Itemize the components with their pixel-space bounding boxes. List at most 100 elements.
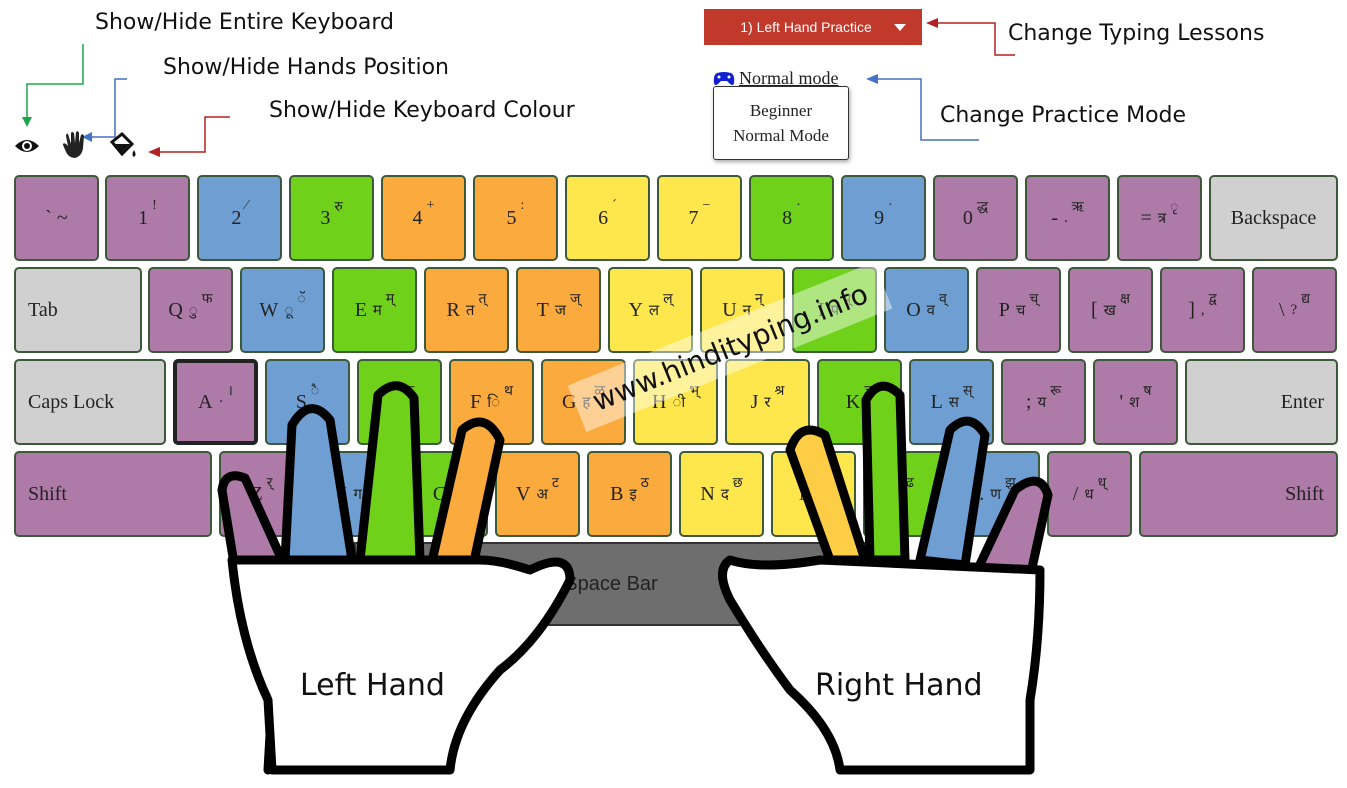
key-e[interactable]: E म म् [332, 267, 417, 353]
key-shift-char: : [520, 198, 525, 213]
key-a[interactable]: A · । [173, 359, 258, 445]
key-v[interactable]: Vअट [495, 451, 580, 537]
key-label: V [516, 482, 531, 505]
key-label: , [897, 482, 903, 505]
key-label: . [979, 482, 985, 505]
key-shift-char: । [227, 383, 233, 399]
key-hindi-char: ण [990, 487, 1002, 503]
key-shift-char: ⁄ [245, 198, 248, 213]
key-shift-char: ऋ [1071, 199, 1084, 215]
key-sym3-9[interactable]: . णझ [955, 451, 1040, 537]
key-space-bar[interactable]: Space Bar [354, 542, 868, 626]
key-c[interactable]: Cब [403, 451, 488, 537]
key-sym0-11[interactable]: -.ऋ [1025, 175, 1110, 261]
mode-option-beginner[interactable]: Beginner [750, 98, 812, 123]
key-n[interactable]: Nदछ [679, 451, 764, 537]
key-sym0-12[interactable]: = त्रृ [1117, 175, 1202, 261]
key-2[interactable]: 2 ⁄ [197, 175, 282, 261]
key-d[interactable]: Dक [357, 359, 442, 445]
key-shift-char: द्य [1301, 291, 1311, 307]
hand-icon[interactable] [60, 130, 90, 160]
key-6[interactable]: 6 ´ [565, 175, 650, 261]
key-sym1-12[interactable]: ], द्व [1160, 267, 1245, 353]
key-shift-char: · [888, 198, 893, 213]
key-shift-char: ढ [906, 475, 914, 491]
key-shift-char: ल् [663, 291, 673, 307]
key-k[interactable]: K ज्ञ [817, 359, 902, 445]
key-hindi-char: · [218, 393, 224, 410]
key-shift-char: श्र [774, 383, 785, 399]
key-shift-char: द्ध [976, 199, 989, 215]
key-s[interactable]: Sै [265, 359, 350, 445]
key-capslock[interactable]: Caps Lock [14, 359, 166, 445]
key-label: T [536, 298, 549, 321]
lesson-select-dropdown[interactable]: 1) Left Hand Practice [704, 9, 922, 45]
key-hindi-char: ग [353, 487, 362, 503]
key-hindi-char: ध [1084, 487, 1094, 503]
key-hindi-char: अ [536, 487, 548, 503]
key-label: C [432, 482, 447, 505]
key-3[interactable]: 3 रु [289, 175, 374, 261]
key-shift-char: र् [266, 475, 273, 491]
key-shift-char: च् [1029, 291, 1039, 307]
key-b[interactable]: Bइठ [587, 451, 672, 537]
key-f[interactable]: Fि थ [449, 359, 534, 445]
key-hindi-char: ज [554, 303, 566, 319]
key-8[interactable]: 8 · [749, 175, 834, 261]
key-1[interactable]: 1! [105, 175, 190, 261]
key-sym0-0[interactable]: ` ~ [14, 175, 99, 261]
key-q[interactable]: Qु फ [148, 267, 233, 353]
key-r[interactable]: R त त् [424, 267, 509, 353]
key-label: Shift [28, 482, 67, 505]
key-p[interactable]: P च च् [976, 267, 1061, 353]
key-sym3-10[interactable]: / ध ध् [1047, 451, 1132, 537]
key-enter[interactable]: Enter [1185, 359, 1338, 445]
key-sym2-10[interactable]: ; य रू [1001, 359, 1086, 445]
mode-option-normal[interactable]: Normal Mode [733, 123, 829, 148]
key-sym2-11[interactable]: ' श ष [1093, 359, 1178, 445]
key-0[interactable]: 0 द्ध [933, 175, 1018, 261]
key-o[interactable]: O व व् [884, 267, 969, 353]
key-label: 4 [412, 206, 423, 229]
key-backspace[interactable]: Backspace [1209, 175, 1338, 261]
key-x[interactable]: X ग ग् [311, 451, 396, 537]
key-sym1-11[interactable]: [ख क्ष [1068, 267, 1153, 353]
key-tab[interactable]: Tab [14, 267, 142, 353]
key-label: J [750, 390, 759, 413]
key-4[interactable]: 4 + [381, 175, 466, 261]
key-label: R [446, 298, 460, 321]
eye-icon[interactable] [12, 131, 42, 161]
key-shift[interactable]: Shift [14, 451, 212, 537]
key-m[interactable]: Mड [771, 451, 856, 537]
key-sym3-8[interactable]: ,ढ [863, 451, 948, 537]
key-shift-char: न् [755, 291, 763, 307]
practice-mode-menu: Beginner Normal Mode [713, 86, 849, 160]
key-9[interactable]: 9 · [841, 175, 926, 261]
key-hindi-char: च [1015, 303, 1026, 319]
key-shift-char: ! [152, 198, 157, 213]
paint-bucket-icon[interactable] [108, 131, 138, 161]
arrow-keyboard [26, 44, 84, 118]
key-label: F [470, 390, 482, 413]
key-shift-right[interactable]: Shift [1139, 451, 1338, 537]
key-l[interactable]: L स स् [909, 359, 994, 445]
key-label: ` ~ [45, 206, 68, 229]
caret-down-icon [893, 23, 906, 31]
key-z[interactable]: Z र् [219, 451, 304, 537]
key-shift-char: · [796, 198, 801, 213]
arrow-hands [90, 78, 127, 138]
key-t[interactable]: T ज ज् [516, 267, 601, 353]
annotation-change-mode: Change Practice Mode [940, 103, 1187, 128]
key-label: L [930, 390, 943, 413]
key-shift-char: ॅ [297, 291, 306, 307]
key-5[interactable]: 5: [473, 175, 558, 261]
key-shift-char: ब [450, 475, 459, 491]
key-shift-char: क्ष [1119, 291, 1130, 307]
key-hindi-char: ि [487, 395, 500, 411]
key-w[interactable]: Wूॅ [240, 267, 325, 353]
key-j[interactable]: J र श्र [725, 359, 810, 445]
key-label: ; [1025, 390, 1032, 413]
key-sym1-13[interactable]: \? द्य [1252, 267, 1337, 353]
key-7[interactable]: 7− [657, 175, 742, 261]
key-shift-char: झ [1005, 475, 1016, 491]
